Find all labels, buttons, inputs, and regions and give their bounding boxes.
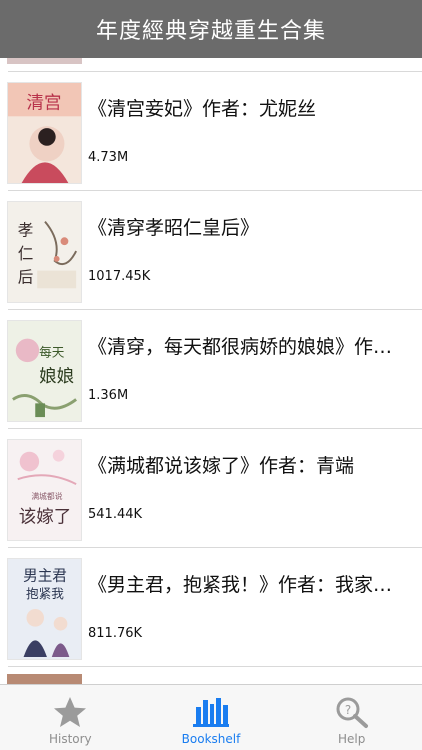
book-cover-image: 满城都说 该嫁了 — [7, 439, 82, 541]
book-cover-image: 孝 仁 后 — [7, 201, 82, 303]
book-cover-image: 每天 娘娘 — [7, 320, 82, 422]
tab-help[interactable]: ? Help — [281, 685, 422, 750]
book-title: 《男主君，抱紧我！》作者：我家… — [88, 574, 393, 596]
tab-bookshelf[interactable]: Bookshelf — [141, 685, 282, 750]
star-icon — [54, 697, 87, 727]
book-size: 4.73M — [88, 150, 129, 165]
list-item[interactable]: 满城都说 该嫁了 《满城都说该嫁了》作者：青端 541.44K — [0, 429, 422, 547]
list-item[interactable]: 清宫 《清宫妾妃》作者：尤妮丝 4.73M — [0, 72, 422, 190]
svg-text:?: ? — [344, 703, 350, 717]
book-size: 1.36M — [88, 388, 129, 403]
book-title: 《清穿孝昭仁皇后》 — [88, 217, 260, 239]
book-size: 1017.45K — [88, 269, 151, 284]
tab-label: History — [48, 732, 92, 746]
book-title: 《清穿，每天都很病娇的娘娘》作者：… — [88, 336, 408, 358]
bookshelf-icon — [193, 698, 229, 727]
tab-label: Bookshelf — [181, 732, 241, 746]
svg-text:娘娘: 娘娘 — [39, 367, 74, 387]
list-item[interactable]: 男主君 抱紧我 《男主君，抱紧我！》作者：我家… 811.76K — [0, 548, 422, 666]
svg-text:仁: 仁 — [18, 245, 34, 263]
book-title: 《满城都说该嫁了》作者：青端 — [88, 455, 355, 477]
page-title: 年度經典穿越重生合集 — [95, 19, 326, 44]
partial-cover — [7, 674, 82, 684]
svg-text:满城都说: 满城都说 — [31, 491, 62, 501]
svg-text:孝: 孝 — [18, 221, 34, 239]
book-size: 541.44K — [88, 507, 143, 522]
magnifier-icon: ? — [336, 697, 368, 728]
svg-text:后: 后 — [18, 268, 34, 286]
svg-text:该嫁了: 该嫁了 — [19, 507, 72, 527]
svg-text:抱紧我: 抱紧我 — [26, 586, 64, 601]
tab-label: Help — [337, 732, 366, 746]
book-cover-image: 男主君 抱紧我 — [7, 558, 82, 660]
book-title: 《清宫妾妃》作者：尤妮丝 — [88, 98, 317, 120]
svg-text:每天: 每天 — [39, 344, 65, 359]
row-separator — [8, 666, 422, 667]
partial-cover — [7, 58, 82, 64]
list-item[interactable]: 每天 娘娘 《清穿，每天都很病娇的娘娘》作者：… 1.36M — [0, 310, 422, 428]
svg-text:清宫: 清宫 — [26, 93, 61, 113]
nav-bar: 年度經典穿越重生合集 — [0, 0, 422, 58]
book-list[interactable]: 清宫 《清宫妾妃》作者：尤妮丝 4.73M 孝 仁 后 《清穿孝昭仁皇后》 10… — [0, 58, 422, 684]
list-item[interactable]: 孝 仁 后 《清穿孝昭仁皇后》 1017.45K — [0, 191, 422, 309]
book-cover-image: 清宫 — [7, 82, 82, 184]
tab-bar: History Bookshelf ? Help — [0, 684, 422, 750]
svg-text:男主君: 男主君 — [23, 568, 67, 585]
tab-history[interactable]: History — [0, 685, 141, 750]
book-size: 811.76K — [88, 626, 143, 641]
